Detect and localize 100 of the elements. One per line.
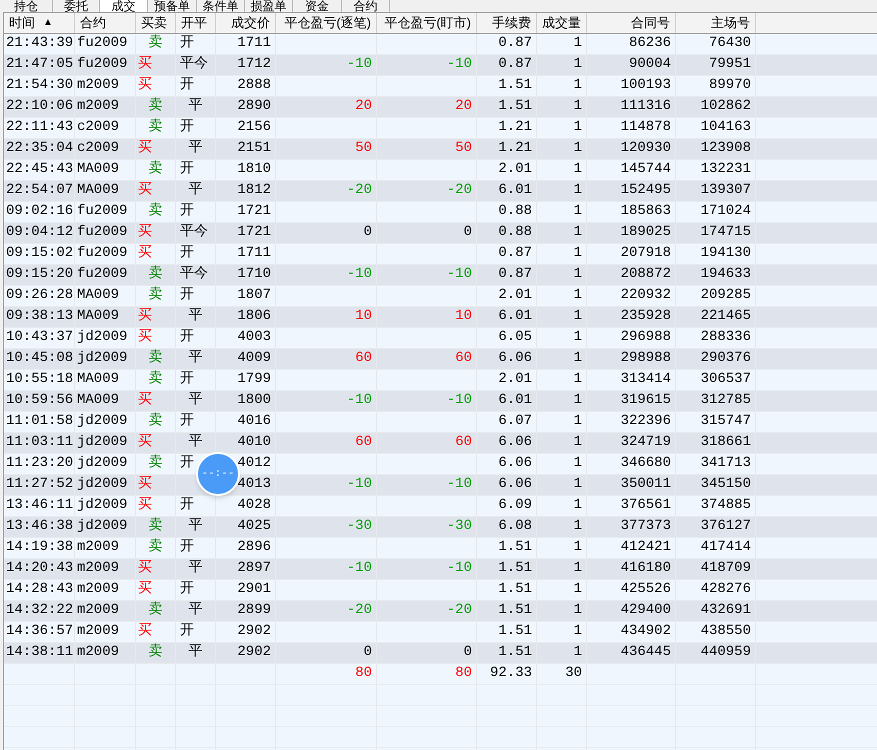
table-cell: 428276 — [676, 580, 756, 600]
table-cell: 100193 — [587, 76, 676, 96]
column-header[interactable]: 平仓盈亏(逐笔) — [276, 13, 377, 32]
table-cell: 开 — [176, 286, 216, 306]
table-cell: 1.51 — [477, 96, 537, 116]
table-cell: 买 — [136, 558, 176, 578]
table-cell: 79951 — [676, 54, 756, 74]
table-cell: 376127 — [676, 516, 756, 536]
table-cell: 1 — [537, 538, 587, 558]
table-cell: 319615 — [587, 390, 676, 410]
table-cell: 416180 — [587, 558, 676, 578]
table-cell: 1.51 — [477, 642, 537, 662]
table-cell: -20 — [276, 180, 377, 200]
table-cell: 290376 — [676, 348, 756, 368]
table-cell: 11:27:52 — [4, 474, 75, 494]
table-cell: 20 — [377, 96, 477, 116]
table-cell: 102862 — [676, 96, 756, 116]
column-header[interactable]: 主场号 — [676, 13, 756, 32]
table-cell: 4003 — [216, 328, 276, 348]
table-cell: 412421 — [587, 538, 676, 558]
table-cell: 2901 — [216, 580, 276, 600]
column-header[interactable]: 合同号 — [587, 13, 676, 32]
column-header[interactable]: 成交价 — [216, 13, 276, 32]
table-cell: 123908 — [676, 138, 756, 158]
table-cell: 0.87 — [477, 264, 537, 284]
table-cell: 买 — [136, 390, 176, 410]
table-cell: 22:45:43 — [4, 160, 75, 180]
table-cell: 22:54:07 — [4, 180, 75, 200]
table-cell: 1 — [537, 96, 587, 116]
table-cell: 21:47:05 — [4, 54, 75, 74]
table-cell: -30 — [377, 516, 477, 536]
table-cell: m2009 — [75, 76, 136, 96]
table-cell: 6.06 — [477, 348, 537, 368]
table-cell: 341713 — [676, 454, 756, 474]
table-cell: 0.88 — [477, 202, 537, 222]
table-cell: 1 — [537, 370, 587, 390]
table-cell: 0.87 — [477, 54, 537, 74]
table-cell: 平 — [176, 516, 216, 536]
table-cell: 买 — [136, 306, 176, 326]
table-cell: 50 — [377, 138, 477, 158]
column-header[interactable]: 买卖 — [136, 13, 176, 32]
table-cell: 0 — [276, 642, 377, 662]
column-header[interactable]: 时间 ▲ — [4, 13, 75, 32]
table-cell: -10 — [276, 558, 377, 578]
tab[interactable]: 成交 — [100, 0, 148, 12]
table-cell: 2888 — [216, 76, 276, 96]
table-cell: 14:36:57 — [4, 622, 75, 642]
table-cell: 21:43:39 — [4, 34, 75, 54]
table-cell: 开 — [176, 538, 216, 558]
column-header[interactable]: 合约 — [75, 13, 136, 32]
table-cell: 卖 — [136, 286, 176, 306]
table-cell: 6.09 — [477, 496, 537, 516]
table-cell: 235928 — [587, 306, 676, 326]
table-cell: 2902 — [216, 622, 276, 642]
column-header[interactable]: 开平 — [176, 13, 216, 32]
table-cell: -10 — [276, 474, 377, 494]
table-cell: 1.51 — [477, 622, 537, 642]
table-cell: 买 — [136, 138, 176, 158]
table-cell: 1 — [537, 34, 587, 54]
table-cell: 322396 — [587, 412, 676, 432]
table-cell: 10:55:18 — [4, 370, 75, 390]
table-cell: 开 — [176, 412, 216, 432]
table-cell: 2897 — [216, 558, 276, 578]
table-cell: 平 — [176, 180, 216, 200]
table-cell: 2.01 — [477, 160, 537, 180]
table-cell: 376561 — [587, 496, 676, 516]
table-cell: 1 — [537, 558, 587, 578]
table-cell: 1 — [537, 600, 587, 620]
table-cell: 50 — [276, 138, 377, 158]
table-cell: m2009 — [75, 622, 136, 642]
table-cell: jd2009 — [75, 516, 136, 536]
table-cell: 434902 — [587, 622, 676, 642]
table-cell: 2896 — [216, 538, 276, 558]
table-cell: 315747 — [676, 412, 756, 432]
table-cell: jd2009 — [75, 496, 136, 516]
table-cell: 卖 — [136, 600, 176, 620]
table-cell: m2009 — [75, 538, 136, 558]
table-cell: 开 — [176, 244, 216, 264]
column-header[interactable]: 成交量 — [537, 13, 587, 32]
table-cell: 2151 — [216, 138, 276, 158]
table-cell: 1.21 — [477, 138, 537, 158]
table-cell: 卖 — [136, 642, 176, 662]
table-cell: 120930 — [587, 138, 676, 158]
table-cell: 买 — [136, 244, 176, 264]
table-cell: 卖 — [136, 160, 176, 180]
table-cell: 平今 — [176, 222, 216, 242]
table-cell: 92.33 — [477, 664, 537, 684]
table-cell: 139307 — [676, 180, 756, 200]
table-cell: 0 — [276, 222, 377, 242]
table-cell: 开 — [176, 370, 216, 390]
table-cell: 80 — [276, 664, 377, 684]
table-cell: 152495 — [587, 180, 676, 200]
table-cell: 买 — [136, 76, 176, 96]
table-cell: jd2009 — [75, 454, 136, 474]
table-cell: 429400 — [587, 600, 676, 620]
column-header[interactable]: 手续费 — [477, 13, 537, 32]
table-cell: 1712 — [216, 54, 276, 74]
table-cell: 10:59:56 — [4, 390, 75, 410]
table-cell: 296988 — [587, 328, 676, 348]
column-header[interactable]: 平仓盈亏(盯市) — [377, 13, 477, 32]
